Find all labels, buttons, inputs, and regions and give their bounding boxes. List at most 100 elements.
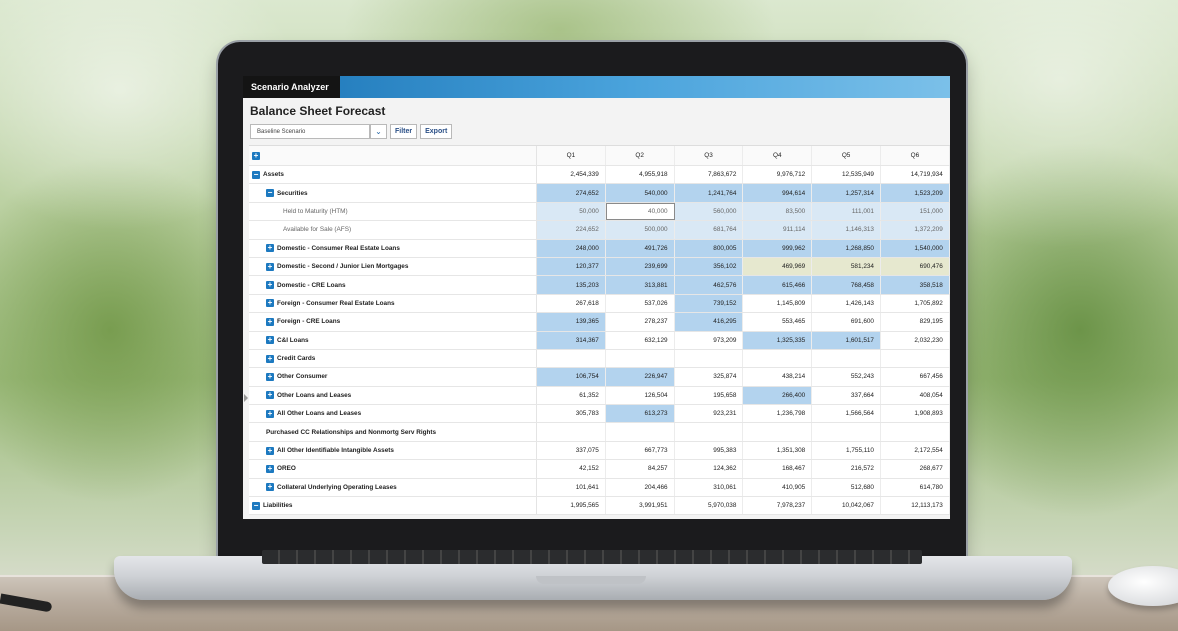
table-cell-q6[interactable]: 151,000 xyxy=(880,202,950,221)
table-cell-q4[interactable]: 1,325,335 xyxy=(743,331,813,349)
column-header-q2[interactable]: Q2 xyxy=(606,146,675,165)
table-cell-q1[interactable] xyxy=(537,423,606,441)
table-row[interactable]: − Liabilities 1,995,565 3,991,951 5,970,038 7… xyxy=(249,497,950,516)
table-cell-q2[interactable]: 500,000 xyxy=(605,221,675,239)
table-cell-q3[interactable]: 462,576 xyxy=(674,276,744,294)
filter-button[interactable]: Filter xyxy=(390,124,418,139)
table-cell-q1[interactable]: 314,367 xyxy=(537,331,606,349)
table-cell-q1[interactable]: 106,754 xyxy=(537,368,606,386)
table-cell-q3[interactable]: 681,764 xyxy=(674,221,744,239)
table-cell-q6[interactable]: 1,908,893 xyxy=(881,405,950,423)
expand-icon[interactable]: + xyxy=(266,299,274,308)
table-cell-q5[interactable]: 12,535,949 xyxy=(812,166,881,184)
table-row[interactable]: + Credit Cards xyxy=(249,349,950,369)
table-cell-q1[interactable]: 120,377 xyxy=(537,257,606,276)
table-cell-q1[interactable]: 135,203 xyxy=(537,276,606,294)
table-cell-q4[interactable] xyxy=(743,349,813,368)
table-cell-q6[interactable]: 12,113,173 xyxy=(881,497,950,515)
table-row[interactable]: + Domestic - CRE Loans 135,203 313,881 462,5… xyxy=(249,276,950,295)
column-header-q3[interactable]: Q3 xyxy=(675,146,744,165)
table-cell-q6[interactable]: 268,677 xyxy=(881,460,950,478)
table-cell-q2[interactable]: 239,699 xyxy=(605,257,675,276)
table-cell-q4[interactable]: 994,614 xyxy=(743,184,813,202)
column-header-q6[interactable]: Q6 xyxy=(881,146,950,165)
scenario-select[interactable]: Baseline Scenario xyxy=(250,124,370,139)
table-cell-q1[interactable]: 1,995,565 xyxy=(537,497,606,515)
table-cell-q6[interactable]: 358,518 xyxy=(880,276,950,294)
table-cell-q3[interactable]: 923,231 xyxy=(675,405,744,423)
table-cell-q4[interactable]: 410,905 xyxy=(743,478,813,497)
table-cell-q2[interactable]: 226,947 xyxy=(605,368,675,386)
table-cell-q4[interactable]: 999,962 xyxy=(743,239,813,257)
table-cell-q2[interactable]: 540,000 xyxy=(605,184,675,202)
table-cell-q5[interactable]: 111,001 xyxy=(812,202,881,221)
table-cell-q2[interactable]: 537,026 xyxy=(606,294,675,313)
table-cell-q4[interactable]: 553,465 xyxy=(743,313,813,331)
column-header-q5[interactable]: Q5 xyxy=(812,146,881,165)
table-cell-q6[interactable]: 667,456 xyxy=(881,368,950,386)
column-header-q4[interactable]: Q4 xyxy=(743,146,813,165)
table-cell-q5[interactable]: 337,664 xyxy=(812,386,881,405)
table-cell-q1[interactable]: 50,000 xyxy=(537,202,606,221)
table-cell-q1[interactable] xyxy=(537,349,606,368)
table-cell-q5[interactable]: 1,566,564 xyxy=(812,405,881,423)
table-row[interactable]: + C&I Loans 314,367 632,129 973,209 1,325,335… xyxy=(249,331,950,350)
table-cell-q1[interactable]: 61,352 xyxy=(537,386,606,405)
expand-icon[interactable]: + xyxy=(266,262,274,271)
expand-icon[interactable]: + xyxy=(266,354,274,363)
table-cell-q5[interactable]: 216,572 xyxy=(812,460,881,478)
table-cell-q1[interactable]: 139,365 xyxy=(537,313,606,331)
table-cell-q5[interactable]: 768,458 xyxy=(812,276,881,294)
table-cell-q2[interactable]: 204,466 xyxy=(606,478,675,497)
table-cell-q5[interactable] xyxy=(812,423,881,441)
expand-icon[interactable]: + xyxy=(266,244,274,253)
table-cell-q2[interactable]: 632,129 xyxy=(606,331,675,349)
table-cell-q6[interactable]: 14,719,934 xyxy=(881,166,950,184)
table-cell-q3[interactable] xyxy=(675,349,744,368)
table-cell-q1[interactable]: 337,075 xyxy=(537,441,606,460)
table-row[interactable]: Purchased CC Relationships and Nonmortg … xyxy=(249,423,950,442)
table-cell-q6[interactable] xyxy=(881,423,950,441)
table-cell-q1[interactable]: 101,641 xyxy=(537,478,606,497)
table-row[interactable]: + Foreign - Consumer Real Estate Loans 267… xyxy=(249,294,950,314)
table-row[interactable]: + Other Consumer 106,754 226,947 325,874 438,… xyxy=(249,368,950,387)
table-cell-q3[interactable]: 739,152 xyxy=(674,294,744,313)
table-cell-q2[interactable]: 613,273 xyxy=(605,405,675,423)
table-cell-q4[interactable]: 7,978,237 xyxy=(743,497,813,515)
table-cell-q3[interactable]: 995,383 xyxy=(675,441,744,460)
table-cell-q6[interactable]: 2,032,230 xyxy=(881,331,950,349)
table-cell-q5[interactable]: 691,600 xyxy=(812,313,881,331)
table-cell-q2[interactable]: 3,991,951 xyxy=(606,497,675,515)
table-cell-q6[interactable]: 690,476 xyxy=(880,257,950,276)
table-cell-q3[interactable]: 416,295 xyxy=(674,313,744,331)
expand-icon[interactable]: + xyxy=(266,391,274,400)
expand-icon[interactable]: + xyxy=(266,483,274,492)
expand-icon[interactable]: + xyxy=(266,446,274,455)
column-header-q1[interactable]: Q1 xyxy=(537,146,606,165)
expand-icon[interactable]: + xyxy=(266,372,274,381)
table-row[interactable]: + OREO 42,152 84,257 124,362 168,467 216,572 26… xyxy=(249,460,950,479)
table-cell-q5[interactable]: 1,146,313 xyxy=(812,221,881,239)
table-cell-q6[interactable]: 408,054 xyxy=(881,386,950,405)
table-cell-q2[interactable]: 126,504 xyxy=(606,386,675,405)
table-cell-q3[interactable]: 310,061 xyxy=(675,478,744,497)
table-cell-q2[interactable] xyxy=(606,349,675,368)
table-cell-q6[interactable]: 829,195 xyxy=(881,313,950,331)
table-cell-q1[interactable]: 248,000 xyxy=(537,239,606,257)
expand-icon[interactable]: + xyxy=(266,281,274,290)
table-cell-q2[interactable] xyxy=(606,423,675,441)
table-cell-q2[interactable]: 4,955,918 xyxy=(606,166,675,184)
table-cell-q2[interactable]: 40,000 xyxy=(605,202,675,221)
table-cell-q6[interactable]: 1,372,209 xyxy=(880,221,950,239)
table-cell-q3[interactable]: 5,970,038 xyxy=(675,497,744,515)
table-row[interactable]: Available for Sale (AFS) 224,652 500,000 68… xyxy=(249,221,950,240)
table-cell-q3[interactable]: 973,209 xyxy=(675,331,744,349)
table-cell-q4[interactable]: 1,351,308 xyxy=(743,441,813,460)
table-cell-q4[interactable]: 469,969 xyxy=(743,257,813,276)
table-cell-q1[interactable]: 267,618 xyxy=(537,294,606,313)
expand-icon[interactable]: + xyxy=(266,336,274,345)
table-cell-q5[interactable]: 1,268,850 xyxy=(812,239,881,257)
table-cell-q1[interactable]: 224,652 xyxy=(537,221,606,239)
expand-icon[interactable]: + xyxy=(266,317,274,326)
table-cell-q4[interactable]: 1,145,809 xyxy=(743,294,813,313)
